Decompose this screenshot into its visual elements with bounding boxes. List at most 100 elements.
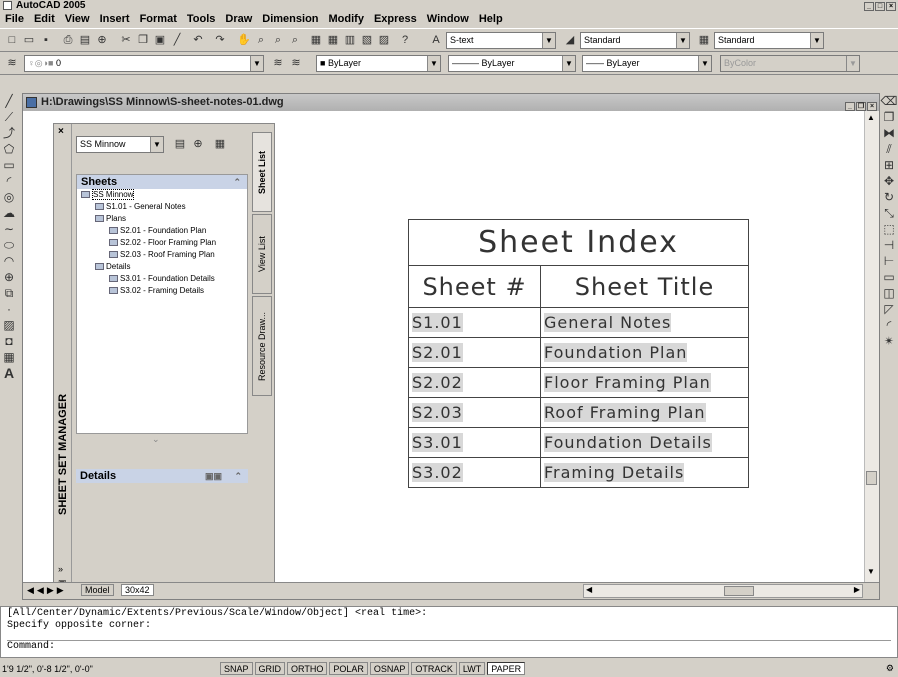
tab-layout-30x42[interactable]: 30x42	[121, 584, 154, 596]
sheet-selections-icon[interactable]: ⊕	[190, 136, 206, 152]
sheet-node[interactable]: S1.01 - General Notes	[81, 201, 247, 213]
close-button[interactable]: ×	[886, 2, 896, 11]
tab-view-list[interactable]: View List	[252, 214, 272, 294]
new-icon[interactable]: □	[4, 32, 20, 48]
horizontal-scrollbar[interactable]: ◀ ▶	[583, 584, 863, 598]
help-icon[interactable]: ?	[397, 32, 413, 48]
sheet-set-node[interactable]: SS Minnow	[81, 189, 247, 201]
layer-select[interactable]: ♀◎◑■ 0 ▼	[24, 55, 264, 72]
extend-icon[interactable]: ⊢	[880, 253, 898, 269]
scroll-left-icon[interactable]: ◀	[586, 585, 592, 594]
explode-icon[interactable]: ✴	[880, 333, 898, 349]
sheet-node[interactable]: S3.02 - Framing Details	[81, 285, 247, 297]
sheet-set-select[interactable]: SS Minnow ▼	[76, 136, 164, 153]
publish-icon[interactable]: ⊕	[94, 32, 110, 48]
lineweight-select[interactable]: —— ByLayer ▼	[582, 55, 712, 72]
join-icon[interactable]: ◫	[880, 285, 898, 301]
view-options-icon[interactable]: ▦	[212, 136, 228, 152]
status-otrack-button[interactable]: OTRACK	[411, 662, 457, 675]
menu-modify[interactable]: Modify	[324, 13, 369, 25]
status-osnap-button[interactable]: OSNAP	[369, 662, 410, 675]
publish-sheets-icon[interactable]: ▤	[172, 136, 188, 152]
menu-draw[interactable]: Draw	[220, 13, 257, 25]
status-snap-button[interactable]: SNAP	[220, 662, 253, 675]
hscroll-thumb[interactable]	[724, 586, 754, 596]
point-icon[interactable]: ·	[0, 301, 18, 317]
array-icon[interactable]: ⊞	[880, 157, 898, 173]
layer-previous-icon[interactable]: ≋	[288, 55, 304, 71]
move-icon[interactable]: ✥	[880, 173, 898, 189]
tab-sheet-list[interactable]: Sheet List	[252, 132, 272, 212]
coordinate-readout[interactable]: 1'9 1/2", 0'-8 1/2", 0'-0"	[0, 664, 220, 674]
polyline-icon[interactable]: ⤴	[0, 125, 18, 141]
scroll-right-icon[interactable]: ▶	[854, 585, 860, 594]
zoom-previous-icon[interactable]: ⌕	[287, 32, 303, 48]
plot-icon[interactable]: ⎙	[60, 32, 76, 48]
menu-view[interactable]: View	[60, 13, 95, 25]
text-style-icon[interactable]: A	[428, 32, 444, 48]
fillet-icon[interactable]: ◜	[880, 317, 898, 333]
menu-dimension[interactable]: Dimension	[257, 13, 323, 25]
rectangle-icon[interactable]: ▭	[0, 157, 18, 173]
drawing-close-button[interactable]: ×	[867, 102, 877, 111]
properties-icon[interactable]: ▦	[308, 32, 324, 48]
linetype-select[interactable]: ——— ByLayer ▼	[448, 55, 576, 72]
sheet-node[interactable]: S2.01 - Foundation Plan	[81, 225, 247, 237]
minimize-button[interactable]: _	[864, 2, 874, 11]
trim-icon[interactable]: ⊣	[880, 237, 898, 253]
sheets-header[interactable]: Sheets ⌃	[77, 175, 247, 189]
break-icon[interactable]: ▭	[880, 269, 898, 285]
menu-tools[interactable]: Tools	[182, 13, 221, 25]
subset-node[interactable]: Details	[81, 261, 247, 273]
erase-icon[interactable]: ⌫	[880, 93, 898, 109]
pan-icon[interactable]: ✋	[236, 32, 252, 48]
status-paper-button[interactable]: PAPER	[487, 662, 526, 675]
menu-window[interactable]: Window	[422, 13, 474, 25]
undo-icon[interactable]: ↶	[190, 32, 206, 48]
subset-node[interactable]: Plans	[81, 213, 247, 225]
menu-file[interactable]: File	[0, 13, 29, 25]
table-style-icon[interactable]: ▦	[696, 32, 712, 48]
spline-icon[interactable]: ∼	[0, 221, 18, 237]
drawing-minimize-button[interactable]: _	[845, 102, 855, 111]
details-view-icon[interactable]: ▣▣	[205, 469, 222, 483]
details-header[interactable]: Details ▣▣ ⌃	[76, 469, 248, 483]
match-properties-icon[interactable]: ╱	[169, 32, 185, 48]
status-polar-button[interactable]: POLAR	[329, 662, 368, 675]
command-prompt[interactable]: Command:	[7, 640, 891, 653]
plot-preview-icon[interactable]: ▤	[77, 32, 93, 48]
stretch-icon[interactable]: ⬚	[880, 221, 898, 237]
sheet-node[interactable]: S2.03 - Roof Framing Plan	[81, 249, 247, 261]
sheet-set-manager-icon[interactable]: ▧	[359, 32, 375, 48]
maximize-button[interactable]: □	[875, 2, 885, 11]
drawing-restore-button[interactable]: ❐	[856, 102, 866, 111]
sheet-index-table[interactable]: Sheet Index Sheet # Sheet Title S1.01 Gene…	[408, 219, 749, 489]
scroll-thumb[interactable]	[866, 471, 877, 485]
status-ortho-button[interactable]: ORTHO	[287, 662, 328, 675]
table-icon[interactable]: ▦	[0, 349, 18, 365]
tab-model[interactable]: Model	[81, 584, 114, 596]
mtext-icon[interactable]: A	[0, 365, 18, 381]
menu-format[interactable]: Format	[135, 13, 182, 25]
zoom-window-icon[interactable]: ⌕	[270, 32, 286, 48]
make-block-icon[interactable]: ⧉	[0, 285, 18, 301]
text-style-select[interactable]: S-text ▼	[446, 32, 556, 49]
autocad-app-icon[interactable]	[3, 1, 12, 10]
ssm-close-icon[interactable]: ×	[58, 126, 64, 137]
construction-line-icon[interactable]: ⟋	[0, 109, 18, 125]
chamfer-icon[interactable]: ◸	[880, 301, 898, 317]
paste-icon[interactable]: ▣	[152, 32, 168, 48]
vertical-scrollbar[interactable]: ▲ ▼	[864, 111, 879, 582]
circle-icon[interactable]: ◎	[0, 189, 18, 205]
menu-edit[interactable]: Edit	[29, 13, 60, 25]
copy-icon[interactable]: ❐	[135, 32, 151, 48]
menu-express[interactable]: Express	[369, 13, 422, 25]
offset-icon[interactable]: ⫽	[880, 141, 898, 157]
hatch-icon[interactable]: ▨	[0, 317, 18, 333]
tray-settings-icon[interactable]: ⚙	[886, 663, 894, 674]
polygon-icon[interactable]: ⬠	[0, 141, 18, 157]
design-center-icon[interactable]: ▦	[325, 32, 341, 48]
sheet-node[interactable]: S3.01 - Foundation Details	[81, 273, 247, 285]
arc-icon[interactable]: ◜	[0, 173, 18, 189]
save-icon[interactable]: ▪	[38, 32, 54, 48]
